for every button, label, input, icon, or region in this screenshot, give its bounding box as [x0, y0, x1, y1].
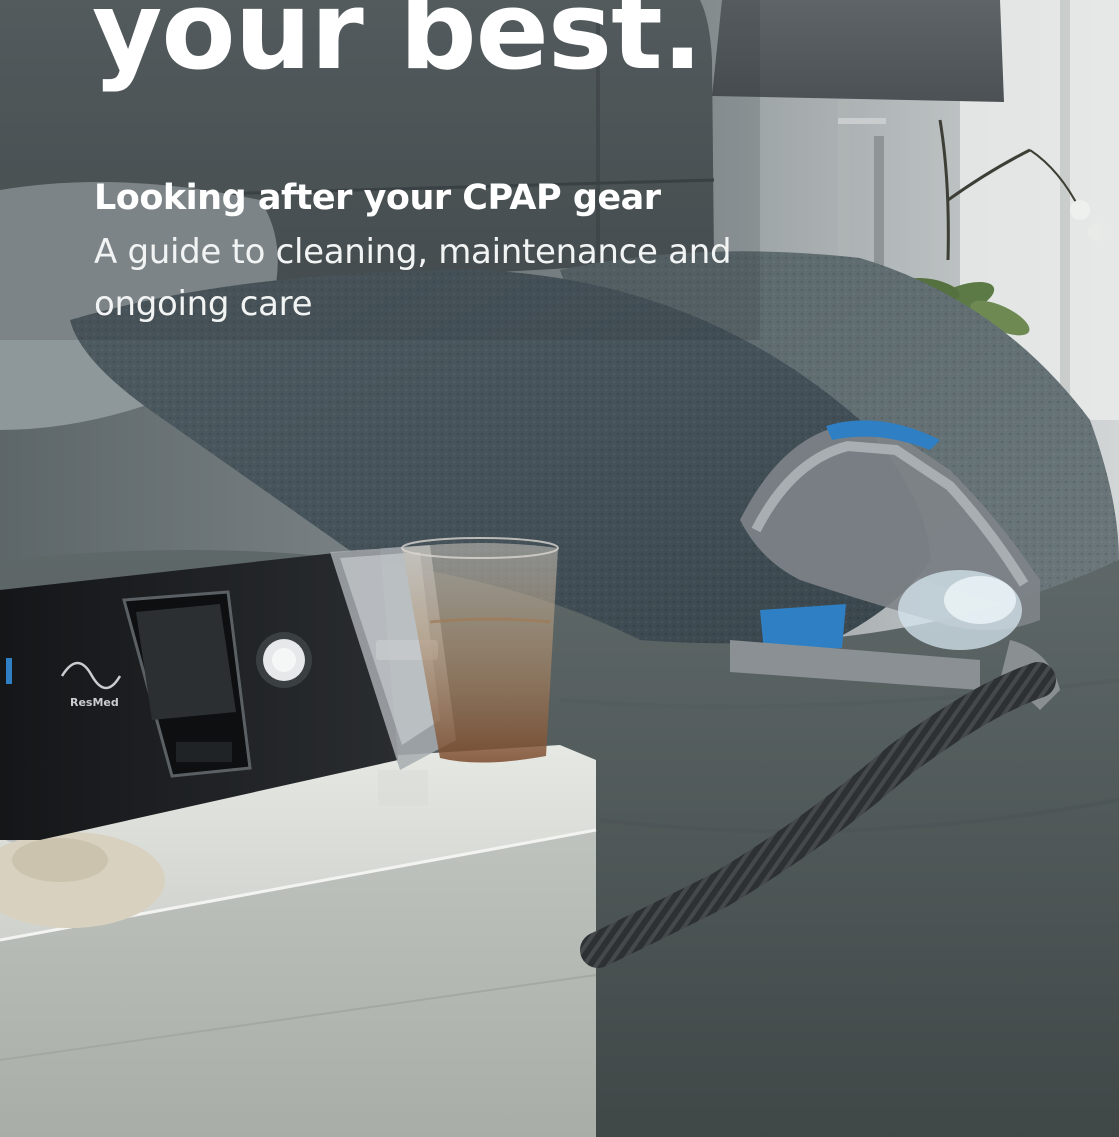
headline: your best.	[92, 0, 703, 94]
subtitle: Looking after your CPAP gear	[94, 178, 661, 218]
description: A guide to cleaning, maintenance and ong…	[94, 232, 732, 324]
bedroom-photo: ResMed	[0, 0, 1119, 1137]
cover-page: ResMed your best. Looking after your CPA…	[0, 0, 1119, 1137]
device-brand-label: ResMed	[70, 696, 119, 709]
window-frame	[1060, 0, 1070, 420]
